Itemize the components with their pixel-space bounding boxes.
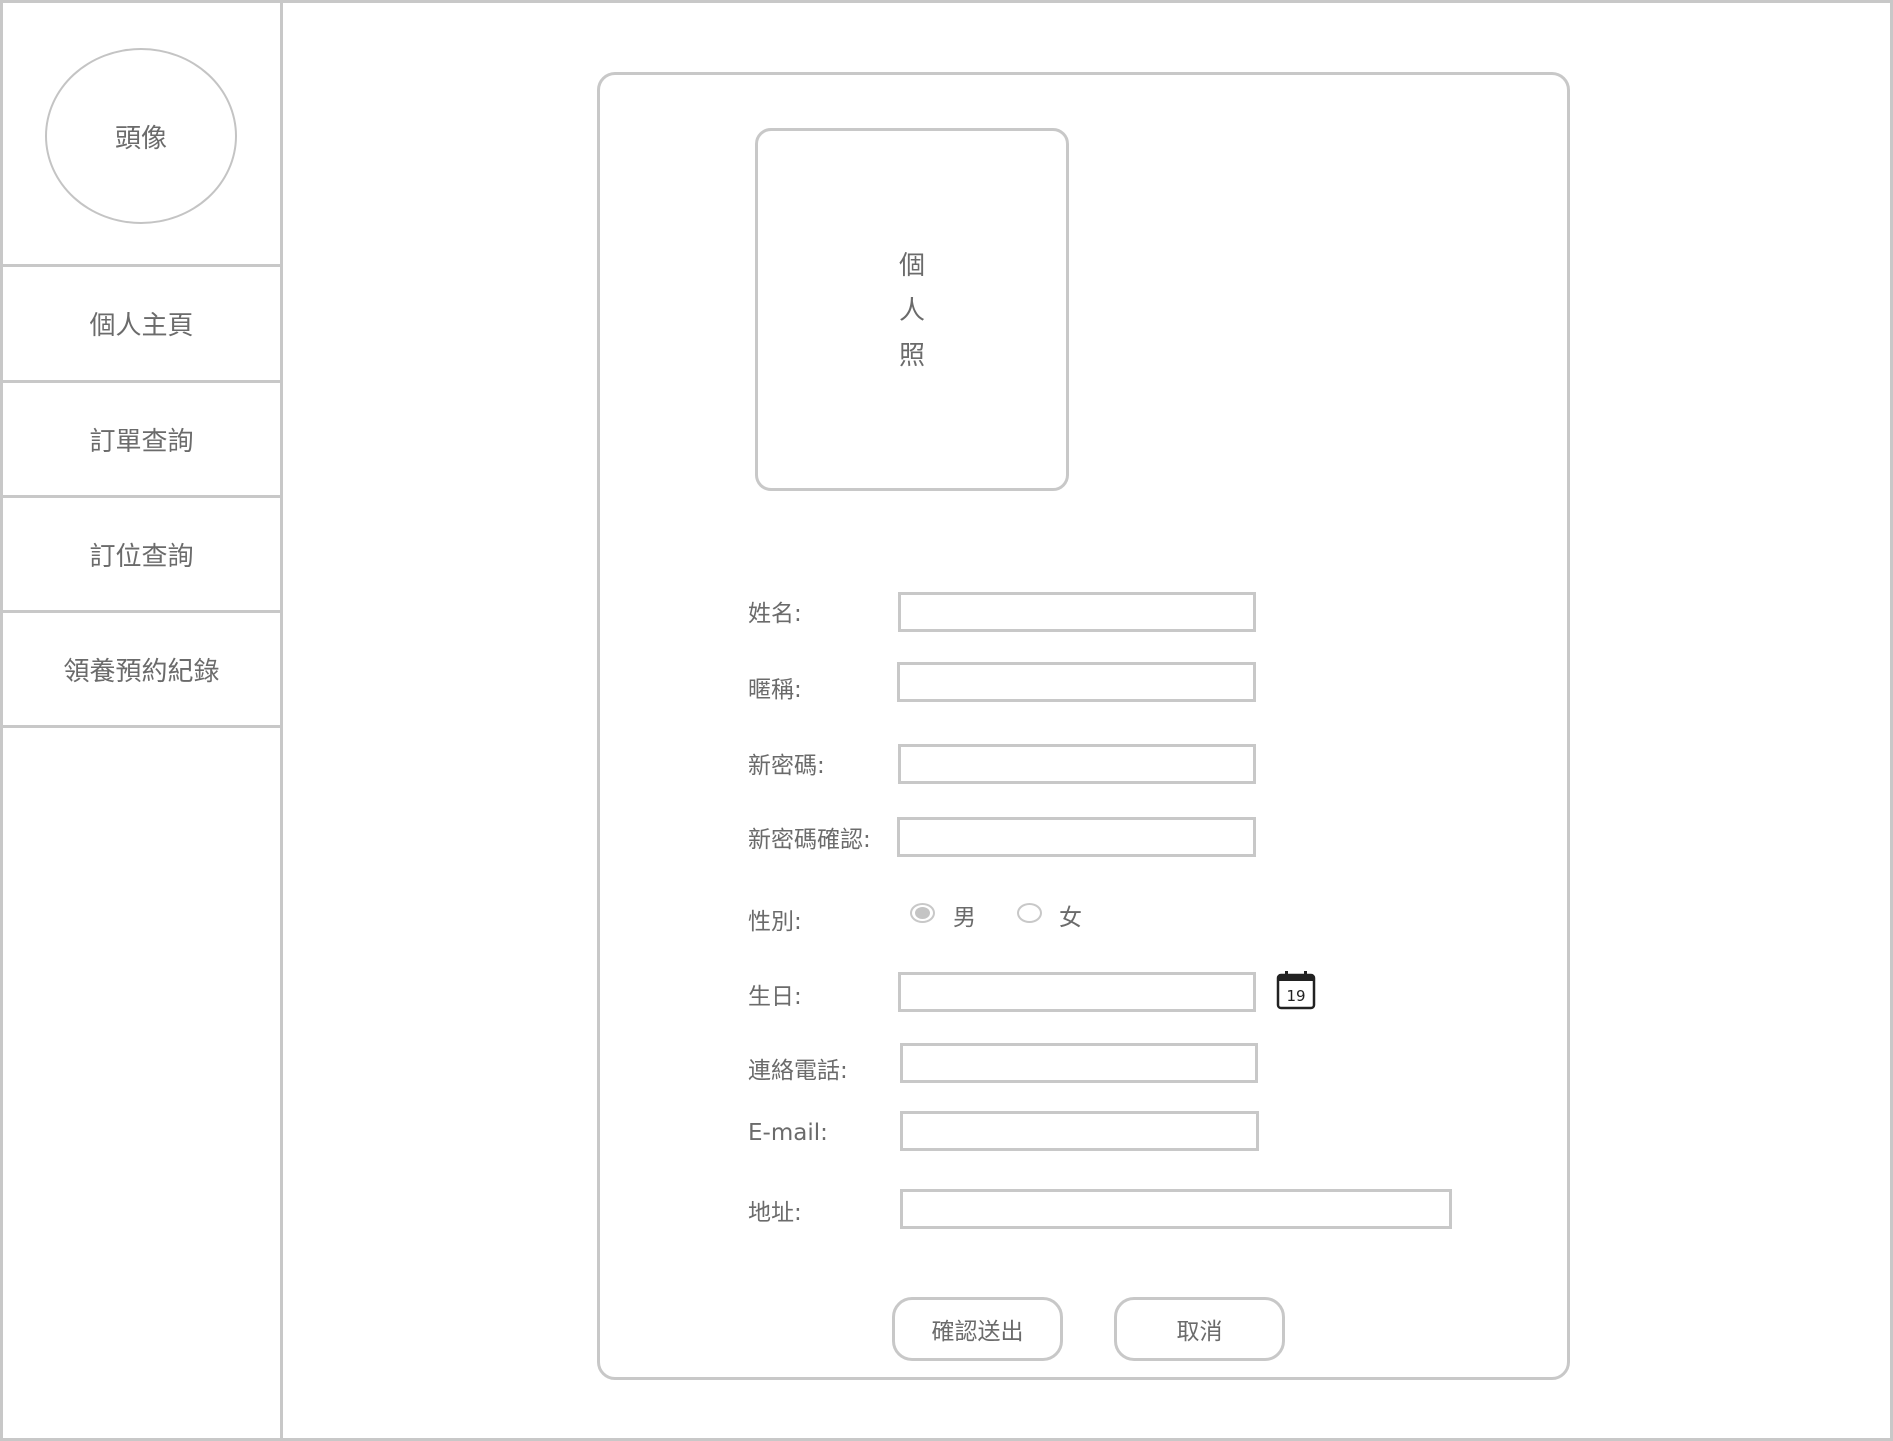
sidebar-divider <box>3 725 280 728</box>
phone-label: 連絡電話: <box>748 1058 848 1084</box>
sidebar-item-reservation-query[interactable]: 訂位查詢 <box>3 498 280 611</box>
sidebar-item-label: 個人主頁 <box>89 311 194 341</box>
avatar[interactable]: 頭像 <box>45 48 237 224</box>
gender-male-radio[interactable] <box>910 903 935 923</box>
sidebar-item-profile-home[interactable]: 個人主頁 <box>3 267 280 380</box>
sidebar: 頭像 個人主頁 訂單查詢 訂位查詢 領養預約紀錄 <box>3 3 283 1438</box>
sidebar-item-order-query[interactable]: 訂單查詢 <box>3 383 280 496</box>
gender-female-label[interactable]: 女 <box>1059 898 1082 932</box>
birthday-input[interactable] <box>898 972 1256 1012</box>
gender-male-label[interactable]: 男 <box>953 898 976 932</box>
new-password-input[interactable] <box>898 744 1256 784</box>
nickname-input[interactable] <box>897 662 1256 702</box>
profile-form-card <box>597 72 1570 1380</box>
submit-button[interactable]: 確認送出 <box>892 1297 1063 1361</box>
gender-female-radio[interactable] <box>1017 903 1042 923</box>
confirm-password-label: 新密碼確認: <box>748 827 871 853</box>
sidebar-item-label: 訂位查詢 <box>89 542 194 572</box>
address-label: 地址: <box>748 1200 802 1226</box>
submit-button-label: 確認送出 <box>931 1319 1024 1345</box>
calendar-icon[interactable]: 19 <box>1276 970 1316 1010</box>
birthday-label: 生日: <box>748 984 802 1010</box>
cancel-button-label: 取消 <box>1176 1319 1223 1345</box>
email-input[interactable] <box>900 1111 1259 1151</box>
profile-photo-label: 個人照 <box>898 251 925 371</box>
sidebar-item-adoption-records[interactable]: 領養預約紀錄 <box>3 613 280 726</box>
cancel-button[interactable]: 取消 <box>1114 1297 1285 1361</box>
confirm-password-input[interactable] <box>897 817 1256 857</box>
gender-label: 性別: <box>748 909 802 935</box>
email-label: E-mail: <box>748 1120 828 1146</box>
profile-photo[interactable]: 個人照 <box>755 128 1069 491</box>
sidebar-item-label: 訂單查詢 <box>89 427 194 457</box>
address-input[interactable] <box>900 1189 1452 1229</box>
nickname-label: 暱稱: <box>748 677 802 703</box>
name-label: 姓名: <box>748 601 802 627</box>
calendar-day: 19 <box>1286 987 1305 1005</box>
name-input[interactable] <box>898 592 1256 632</box>
sidebar-item-label: 領養預約紀錄 <box>63 657 220 687</box>
new-password-label: 新密碼: <box>748 753 825 779</box>
avatar-label: 頭像 <box>114 123 167 154</box>
phone-input[interactable] <box>900 1043 1258 1083</box>
